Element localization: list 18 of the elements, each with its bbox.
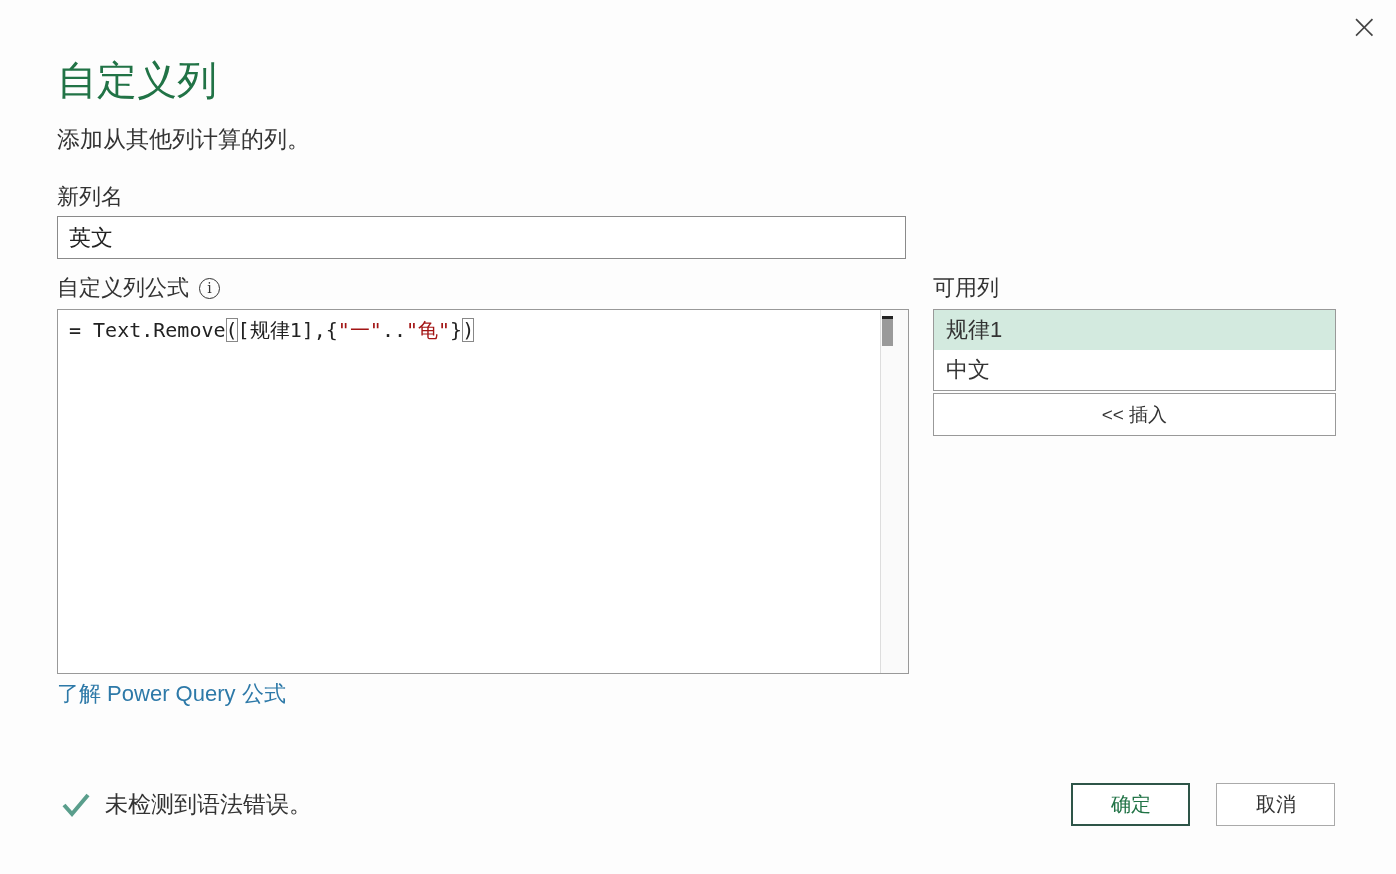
column-list-item[interactable]: 中文: [934, 350, 1335, 390]
close-button[interactable]: ×: [1350, 12, 1378, 40]
cancel-button[interactable]: 取消: [1216, 783, 1335, 826]
column-list-item[interactable]: 规律1: [934, 310, 1335, 350]
checkmark-icon: [61, 791, 91, 818]
insert-button[interactable]: << 插入: [933, 393, 1336, 436]
field-label: 新列名: [57, 183, 124, 211]
scrollbar-thumb[interactable]: [882, 316, 893, 346]
ok-button[interactable]: 确定: [1071, 783, 1190, 826]
dialog-description: 添加从其他列计算的列。: [57, 125, 311, 154]
dialog-title: 自定义列: [57, 57, 218, 104]
formula-editor[interactable]: = Text.Remove([规律1],{"一".."龟"}): [57, 309, 909, 674]
learn-formulas-link[interactable]: 了解 Power Query 公式: [57, 679, 286, 709]
field-label: 自定义列公式: [57, 274, 189, 302]
status-message: 未检测到语法错误。: [105, 790, 312, 819]
column-name-field[interactable]: 英文: [57, 216, 906, 259]
field-label: 可用列: [933, 274, 999, 302]
formula-text: = Text.Remove([规律1],{"一".."龟"}): [68, 317, 476, 344]
